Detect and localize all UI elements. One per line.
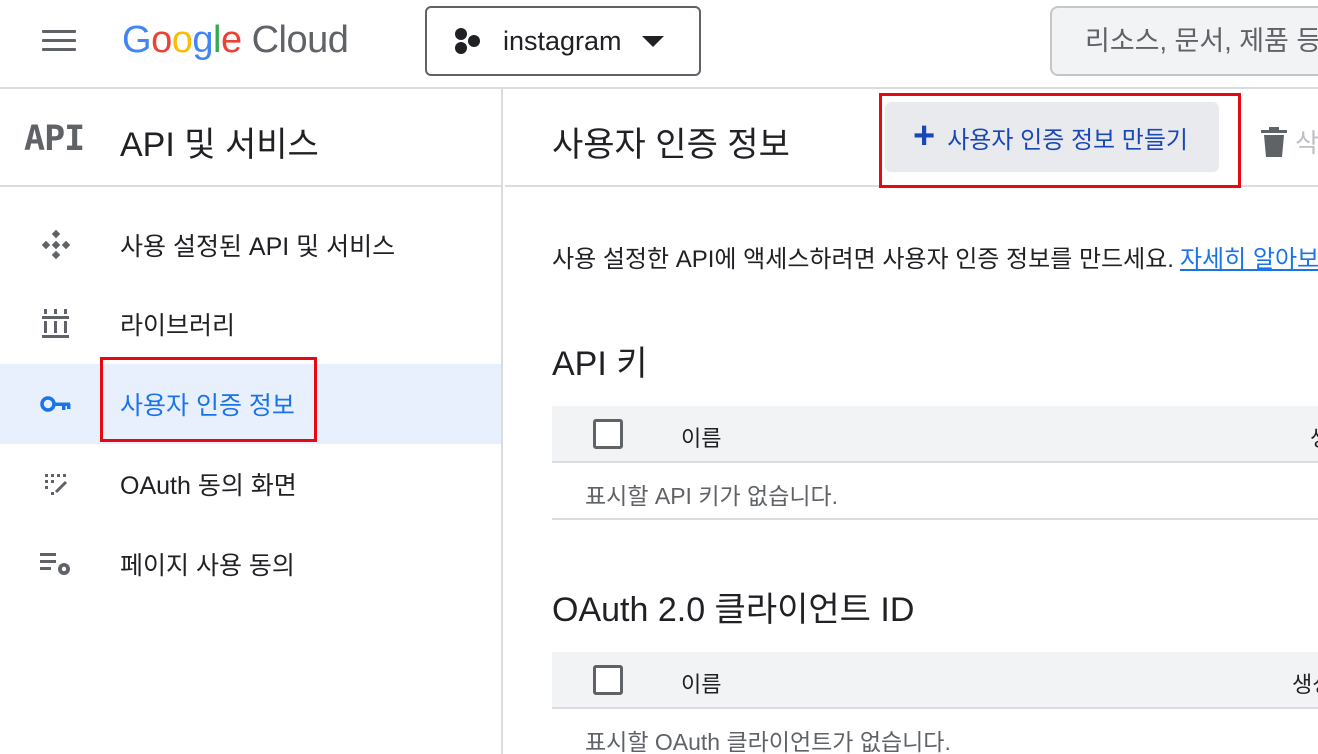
- table-row: 표시할 API 키가 없습니다.: [552, 463, 1318, 520]
- create-credentials-button[interactable]: + 사용자 인증 정보 만들기: [885, 102, 1219, 172]
- delete-button[interactable]: 삭제: [1261, 123, 1318, 160]
- sidebar-item-label: OAuth 동의 화면: [120, 472, 297, 500]
- table-header: 이름 생성일: [552, 406, 1318, 463]
- sidebar: API API 및 서비스 사용 설정된 API 및 서비스 라이브러리 사용자…: [0, 89, 503, 754]
- sidebar-item-credentials[interactable]: 사용자 인증 정보: [0, 364, 501, 444]
- key-icon: [38, 386, 74, 422]
- delete-label: 삭제: [1295, 128, 1318, 158]
- sidebar-item-enabled-apis[interactable]: 사용 설정된 API 및 서비스: [0, 205, 501, 285]
- oauth-consent-icon: [38, 466, 74, 502]
- column-header-name[interactable]: 이름: [681, 421, 721, 453]
- empty-state-text: 표시할 OAuth 클라이언트가 없습니다.: [585, 729, 951, 754]
- intro-text: 사용 설정한 API에 액세스하려면 사용자 인증 정보를 만드세요. 자세히 알…: [552, 239, 1318, 274]
- oauth-clients-title: OAuth 2.0 클라이언트 ID: [552, 591, 915, 629]
- hamburger-icon[interactable]: [38, 26, 80, 56]
- sidebar-item-label: 라이브러리: [120, 312, 236, 340]
- sidebar-title: API 및 서비스: [120, 126, 319, 164]
- cloud-wordmark: Cloud: [251, 19, 349, 61]
- api-keys-table: 이름 생성일 표시할 API 키가 없습니다.: [552, 406, 1318, 520]
- top-bar: Google Cloud instagram: [0, 0, 1318, 89]
- learn-more-link[interactable]: 자세히 알아보기: [1180, 246, 1318, 273]
- chevron-down-icon: [641, 35, 664, 47]
- table-row: 표시할 OAuth 클라이언트가 없습니다.: [552, 709, 1318, 754]
- select-all-checkbox[interactable]: [593, 665, 623, 695]
- main-content: 사용자 인증 정보 + 사용자 인증 정보 만들기 삭제 사용 설정한 API에…: [505, 89, 1318, 754]
- sidebar-item-oauth-consent[interactable]: OAuth 동의 화면: [0, 444, 501, 524]
- api-logo-icon: API: [24, 119, 85, 159]
- api-keys-title: API 키: [552, 345, 648, 383]
- enabled-apis-icon: [38, 227, 74, 263]
- google-wordmark: Google: [122, 19, 242, 61]
- sidebar-item-label: 사용 설정된 API 및 서비스: [120, 233, 396, 261]
- sidebar-item-library[interactable]: 라이브러리: [0, 284, 501, 364]
- library-icon: [38, 306, 74, 342]
- search-bar[interactable]: [1050, 6, 1318, 76]
- intro-description: 사용 설정한 API에 액세스하려면 사용자 인증 정보를 만드세요.: [552, 246, 1174, 273]
- main-header: 사용자 인증 정보 + 사용자 인증 정보 만들기 삭제: [505, 89, 1318, 187]
- google-cloud-logo[interactable]: Google Cloud: [122, 19, 349, 65]
- sidebar-item-page-usage[interactable]: 페이지 사용 동의: [0, 524, 501, 604]
- page-title: 사용자 인증 정보: [552, 126, 790, 164]
- page-usage-icon: [38, 546, 74, 582]
- project-name: instagram: [503, 25, 622, 56]
- search-input[interactable]: [1085, 25, 1318, 57]
- trash-icon: [1261, 126, 1287, 157]
- oauth-clients-table: 이름 생성일 표시할 OAuth 클라이언트가 없습니다.: [552, 652, 1318, 754]
- select-all-checkbox[interactable]: [593, 419, 623, 449]
- column-header-created[interactable]: 생성일: [1292, 667, 1318, 699]
- column-header-created[interactable]: 생성일: [1310, 421, 1318, 453]
- empty-state-text: 표시할 API 키가 없습니다.: [585, 483, 839, 509]
- sidebar-header: API API 및 서비스: [0, 89, 501, 187]
- project-picker[interactable]: instagram: [425, 6, 701, 76]
- table-header: 이름 생성일: [552, 652, 1318, 709]
- sidebar-item-label: 사용자 인증 정보: [120, 392, 295, 420]
- plus-icon: +: [913, 114, 936, 157]
- column-header-name[interactable]: 이름: [681, 667, 721, 699]
- sidebar-item-label: 페이지 사용 동의: [120, 552, 295, 580]
- create-credentials-label: 사용자 인증 정보 만들기: [947, 126, 1189, 154]
- project-hexagons-icon: [455, 28, 480, 54]
